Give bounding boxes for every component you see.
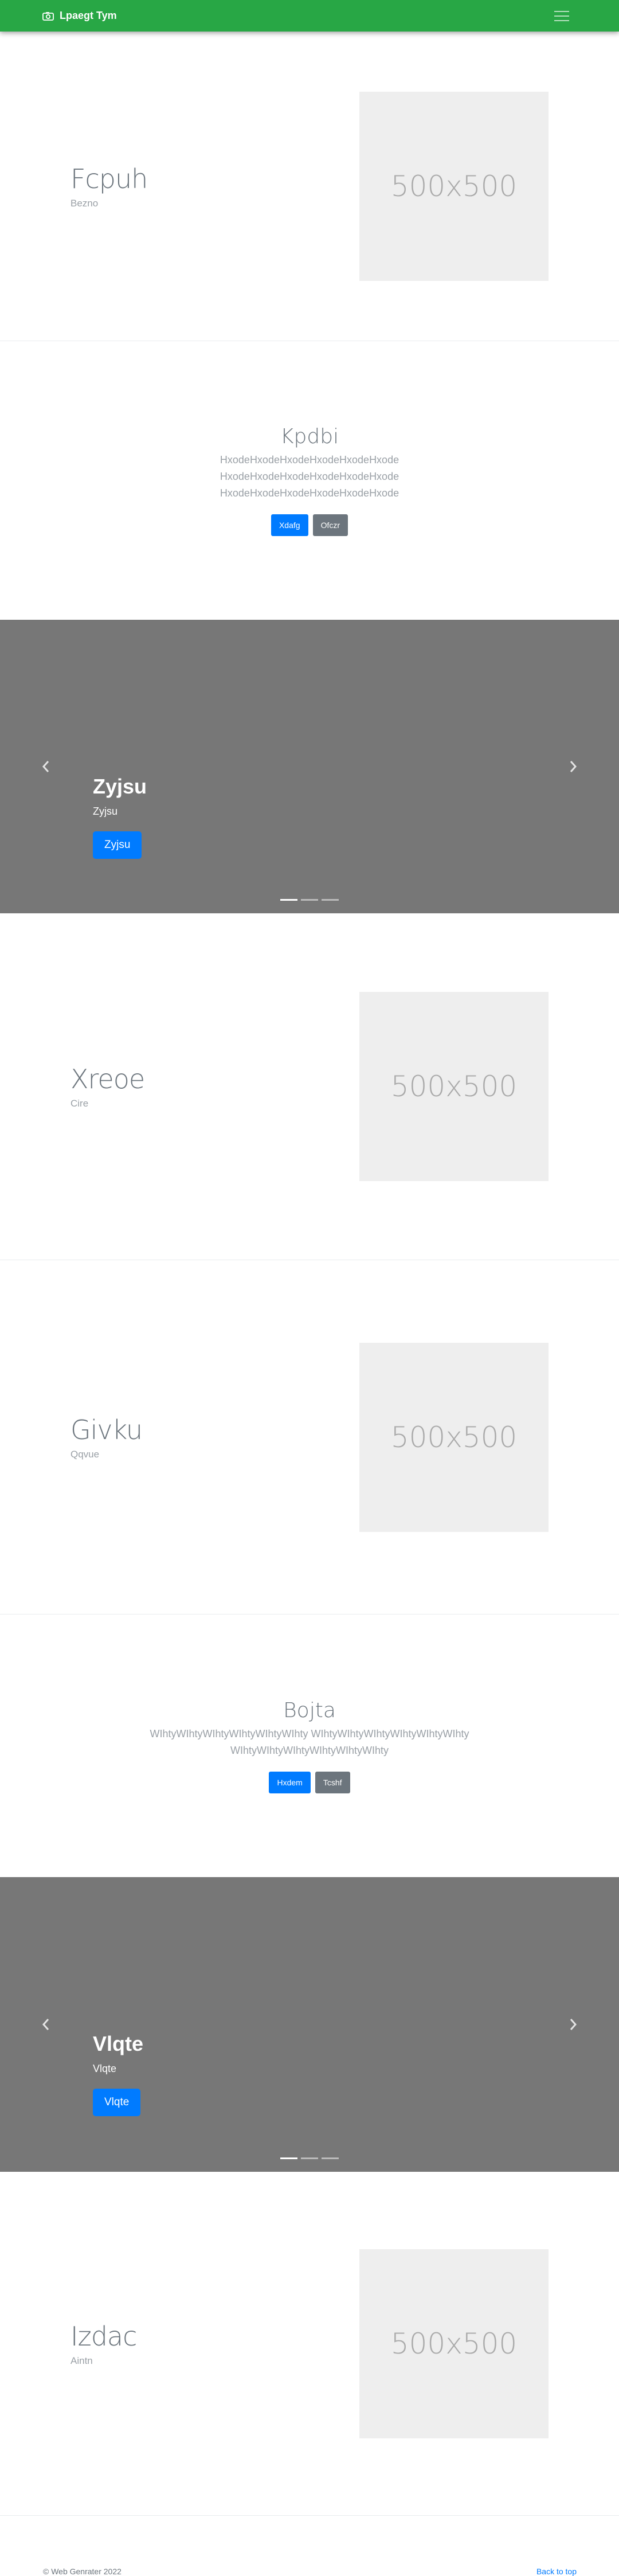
feature-title: Fcpuh bbox=[70, 163, 148, 194]
placeholder-image: 500x500 bbox=[359, 91, 549, 281]
carousel-indicator[interactable] bbox=[280, 899, 297, 901]
chevron-left-icon bbox=[42, 2019, 49, 2030]
feature-subtitle: Aintn bbox=[70, 2355, 93, 2366]
navbar: Lpaegt Tym bbox=[0, 0, 619, 32]
feature-subtitle: Cire bbox=[70, 1098, 89, 1109]
navbar-toggler[interactable] bbox=[547, 5, 577, 27]
feature-section-1: Fcpuh Bezno 500x500 bbox=[0, 32, 619, 341]
carousel-subtitle: Zyjsu bbox=[93, 806, 118, 817]
carousel-title: Vlqte bbox=[93, 2032, 144, 2055]
chevron-right-icon bbox=[570, 2019, 577, 2030]
carousel-indicators bbox=[0, 899, 619, 901]
carousel-indicator[interactable] bbox=[301, 899, 318, 901]
center-section-2: Bojta WIhtyWIhtyWIhtyWIhtyWIhtyWIhty WIh… bbox=[0, 1615, 619, 1877]
placeholder-image: 500x500 bbox=[359, 1342, 549, 1532]
feature-title: Givku bbox=[70, 1414, 143, 1445]
feature-subtitle: Bezno bbox=[70, 197, 99, 209]
carousel-indicator[interactable] bbox=[280, 2157, 297, 2159]
primary-button[interactable]: Hxdem bbox=[269, 1771, 311, 1793]
carousel-prev-button[interactable] bbox=[34, 749, 57, 784]
feature-subtitle: Qqvue bbox=[70, 1448, 100, 1460]
carousel-subtitle: Vlqte bbox=[93, 2063, 117, 2074]
secondary-button[interactable]: Tcshf bbox=[315, 1771, 350, 1793]
carousel-indicator[interactable] bbox=[322, 899, 339, 901]
feature-section-2: Xreoe Cire 500x500 bbox=[0, 913, 619, 1260]
carousel-indicator[interactable] bbox=[322, 2157, 339, 2159]
footer: © Web Genrater 2022 Back to top bbox=[0, 2516, 619, 2576]
hamburger-menu-icon bbox=[554, 10, 569, 12]
center-title: Bojta bbox=[283, 1698, 336, 1722]
primary-button[interactable]: Xdafg bbox=[271, 514, 308, 536]
brand-name: Lpaegt Tym bbox=[60, 10, 117, 21]
chevron-right-icon bbox=[570, 761, 577, 772]
carousel-next-button[interactable] bbox=[562, 749, 585, 784]
feature-section-3: Givku Qqvue 500x500 bbox=[0, 1260, 619, 1615]
chevron-left-icon bbox=[42, 761, 49, 772]
feature-title: Izdac bbox=[70, 2320, 137, 2352]
secondary-button[interactable]: Ofczr bbox=[312, 514, 348, 536]
center-title: Kpdbi bbox=[280, 425, 339, 448]
carousel-indicator[interactable] bbox=[301, 2157, 318, 2159]
carousel-next-button[interactable] bbox=[562, 2007, 585, 2042]
carousel-button[interactable]: Zyjsu bbox=[93, 831, 142, 859]
feature-section-4: Izdac Aintn 500x500 bbox=[0, 2172, 619, 2516]
camera-icon bbox=[42, 11, 54, 21]
navbar-brand[interactable]: Lpaegt Tym bbox=[42, 10, 117, 22]
carousel-indicators bbox=[0, 2157, 619, 2159]
placeholder-image: 500x500 bbox=[359, 992, 549, 1181]
center-section-1: Kpdbi HxodeHxodeHxodeHxodeHxodeHxode Hxo… bbox=[0, 341, 619, 620]
center-text: WIhtyWIhtyWIhtyWIhtyWIhtyWIhty WIhtyWIht… bbox=[150, 1727, 469, 1756]
carousel-prev-button[interactable] bbox=[34, 2007, 57, 2042]
feature-title: Xreoe bbox=[70, 1064, 145, 1094]
center-text: HxodeHxodeHxodeHxodeHxodeHxode HxodeHxod… bbox=[220, 454, 399, 499]
placeholder-image: 500x500 bbox=[359, 2249, 549, 2438]
carousel-1: Zyjsu Zyjsu Zyjsu bbox=[0, 620, 619, 913]
carousel-2: Vlqte Vlqte Vlqte bbox=[0, 1877, 619, 2172]
carousel-title: Zyjsu bbox=[93, 775, 147, 798]
carousel-button[interactable]: Vlqte bbox=[93, 2089, 141, 2116]
